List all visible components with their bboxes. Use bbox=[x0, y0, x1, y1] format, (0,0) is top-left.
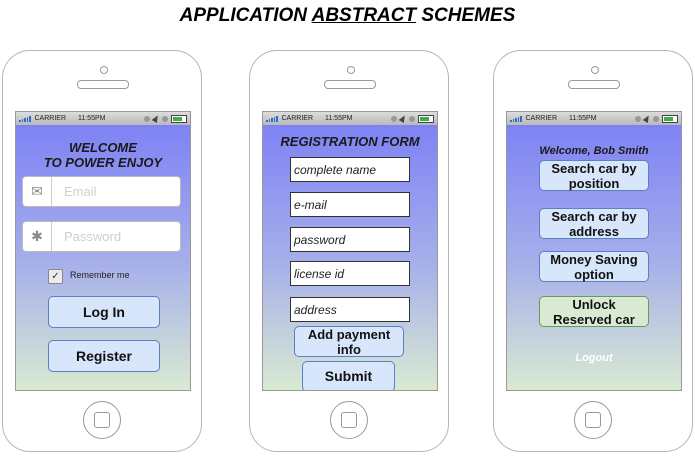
carrier-label: CARRIER bbox=[281, 115, 314, 122]
registration-title: REGISTRATION FORM bbox=[280, 134, 420, 149]
login-button[interactable]: Log In bbox=[48, 296, 160, 328]
asterisk-icon: ✱ bbox=[23, 222, 52, 251]
camera-icon bbox=[591, 66, 599, 74]
lock-rotation-icon bbox=[144, 115, 150, 122]
carrier-label: CARRIER bbox=[34, 115, 67, 122]
address-input[interactable]: address bbox=[290, 297, 410, 322]
signal-icon bbox=[19, 115, 31, 122]
remember-checkbox[interactable]: ✓ bbox=[48, 269, 63, 284]
phone-registration: CARRIER 11:55PM REGISTRATION FORM comple… bbox=[249, 50, 449, 452]
carrier-label: CARRIER bbox=[525, 115, 558, 122]
page-title: APPLICATION ABSTRACT SCHEMES bbox=[179, 5, 516, 26]
lock-rotation-icon bbox=[391, 115, 397, 122]
speaker-grille bbox=[77, 80, 129, 89]
add-payment-button[interactable]: Add payment info bbox=[294, 326, 404, 357]
signal-icon bbox=[510, 115, 522, 122]
search-by-position-button[interactable]: Search car by position bbox=[539, 160, 649, 191]
logout-link[interactable]: Logout bbox=[507, 352, 681, 364]
battery-icon bbox=[418, 114, 434, 123]
location-icon bbox=[642, 113, 652, 124]
camera-icon bbox=[100, 66, 108, 74]
email-field[interactable]: ✉ Email bbox=[22, 176, 181, 207]
status-bar: CARRIER 11:55PM bbox=[507, 112, 681, 125]
home-screen: CARRIER 11:55PM Welcome, Bob Smith Searc… bbox=[506, 111, 682, 391]
submit-button[interactable]: Submit bbox=[302, 361, 395, 390]
email-input[interactable]: e-mail bbox=[290, 192, 410, 217]
lock-rotation-icon bbox=[635, 115, 641, 122]
home-button[interactable] bbox=[330, 401, 368, 439]
time-label: 11:55PM bbox=[569, 115, 597, 122]
battery-icon bbox=[171, 114, 187, 123]
speaker-grille bbox=[568, 80, 620, 89]
money-saving-button[interactable]: Money Saving option bbox=[539, 251, 649, 282]
remember-label: Remember me bbox=[70, 270, 130, 280]
home-button[interactable] bbox=[83, 401, 121, 439]
alarm-icon bbox=[653, 115, 659, 122]
location-icon bbox=[151, 113, 161, 124]
status-bar: CARRIER 11:55PM bbox=[16, 112, 190, 125]
envelope-icon: ✉ bbox=[23, 177, 52, 206]
license-id-input[interactable]: license id bbox=[290, 261, 410, 286]
battery-icon bbox=[662, 114, 678, 123]
time-label: 11:55PM bbox=[325, 115, 353, 122]
alarm-icon bbox=[409, 115, 415, 122]
registration-screen: CARRIER 11:55PM REGISTRATION FORM comple… bbox=[262, 111, 438, 391]
register-button[interactable]: Register bbox=[48, 340, 160, 372]
alarm-icon bbox=[162, 115, 168, 122]
camera-icon bbox=[347, 66, 355, 74]
unlock-reserved-car-button[interactable]: Unlock Reserved car bbox=[539, 296, 649, 327]
time-label: 11:55PM bbox=[78, 115, 106, 122]
password-input[interactable]: password bbox=[290, 227, 410, 252]
status-bar: CARRIER 11:55PM bbox=[263, 112, 437, 125]
search-by-address-button[interactable]: Search car by address bbox=[539, 208, 649, 239]
phone-login: CARRIER 11:55PM WELCOME TO POWER ENJOY ✉… bbox=[2, 50, 202, 452]
home-button[interactable] bbox=[574, 401, 612, 439]
location-icon bbox=[398, 113, 408, 124]
complete-name-input[interactable]: complete name bbox=[290, 157, 410, 182]
welcome-heading: WELCOME TO POWER ENJOY bbox=[43, 140, 163, 170]
login-screen: CARRIER 11:55PM WELCOME TO POWER ENJOY ✉… bbox=[15, 111, 191, 391]
signal-icon bbox=[266, 115, 278, 122]
phone-home: CARRIER 11:55PM Welcome, Bob Smith Searc… bbox=[493, 50, 693, 452]
speaker-grille bbox=[324, 80, 376, 89]
user-welcome: Welcome, Bob Smith bbox=[539, 145, 649, 157]
password-field[interactable]: ✱ Password bbox=[22, 221, 181, 252]
